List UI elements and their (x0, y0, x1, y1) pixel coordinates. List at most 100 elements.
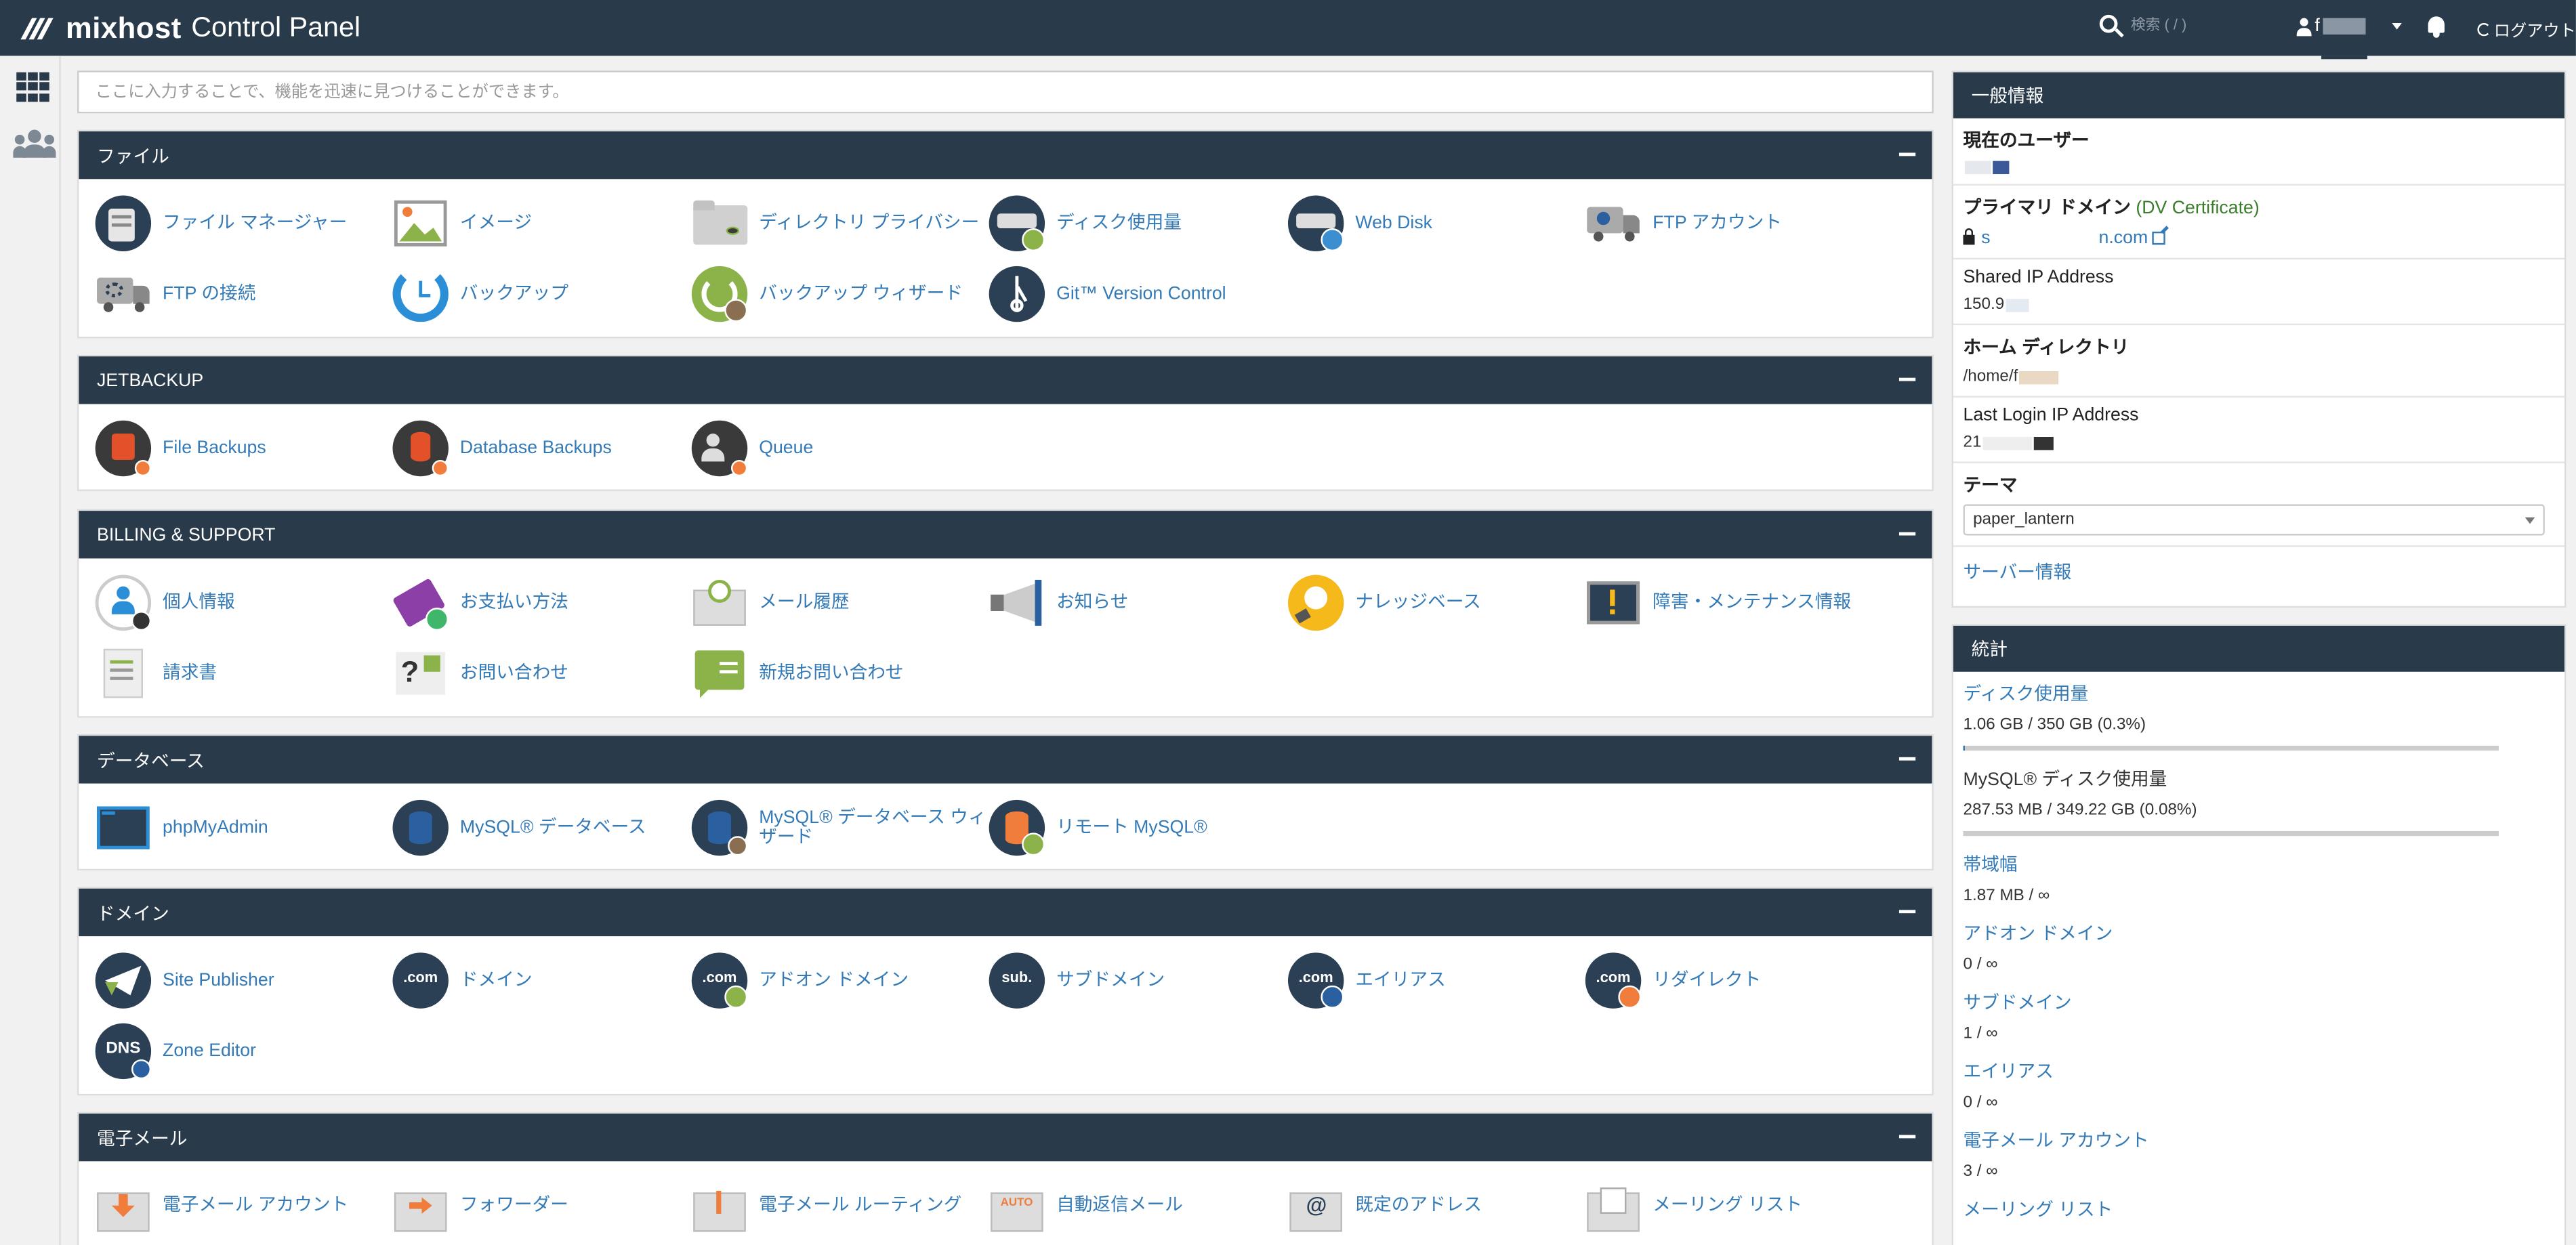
ftp-accounts-link[interactable]: FTP アカウント (1585, 194, 1881, 253)
primary-domain-prefix[interactable]: s (1981, 228, 1990, 248)
last-login-value: 21 (1963, 434, 1982, 452)
primary-domain-label: プライマリ ドメイン (1963, 198, 2131, 219)
git-version-control-link[interactable]: Git™ Version Control (989, 264, 1285, 323)
email-panel-header[interactable]: 電子メール (79, 1114, 1932, 1162)
top-search[interactable] (2099, 14, 2262, 33)
bell-icon[interactable] (2426, 15, 2446, 38)
users-icon[interactable] (13, 129, 56, 160)
grid-icon[interactable] (16, 72, 49, 102)
autoresponders-link[interactable]: AUTO 自動返信メール (989, 1176, 1285, 1235)
aliases-link[interactable]: .com エイリアス (1287, 951, 1583, 1010)
item-label: MySQL® データベース ウィザード (759, 808, 986, 848)
quick-find-input[interactable] (77, 70, 1934, 114)
database-backups-link[interactable]: Database Backups (392, 419, 688, 478)
theme-select[interactable]: paper_lantern (1963, 504, 2545, 536)
email-routing-icon (692, 1178, 747, 1233)
backup-link[interactable]: バックアップ (392, 264, 688, 323)
site-publisher-link[interactable]: Site Publisher (95, 951, 391, 1010)
item-label: ナレッジベース (1355, 593, 1481, 613)
domains-panel: ドメイン Site Publisher .com ドメイン .com アドオン … (77, 887, 1934, 1096)
stat-label[interactable]: 帯域幅 (1964, 851, 2555, 877)
question-icon: ? (393, 646, 449, 701)
email-panel: 電子メール 電子メール アカウント フォワーダー 電子メール ルーティング AU… (77, 1112, 1934, 1245)
collapse-icon[interactable] (1898, 152, 1916, 156)
dot-com-icon: .com (392, 952, 449, 1009)
item-label: 自動返信メール (1056, 1196, 1183, 1216)
item-label: リモート MySQL® (1056, 818, 1207, 838)
email-accounts-link[interactable]: 電子メール アカウント (96, 1176, 391, 1235)
email-history-link[interactable]: メール履歴 (692, 573, 987, 632)
payment-method-link[interactable]: お支払い方法 (392, 573, 688, 632)
collapse-icon[interactable] (1898, 910, 1916, 914)
certificate-label[interactable]: (DV Certificate) (2136, 198, 2259, 218)
mailing-list-icon (1585, 1178, 1641, 1233)
redirects-link[interactable]: .com リダイレクト (1585, 951, 1881, 1010)
personal-info-link[interactable]: 個人情報 (95, 573, 391, 632)
billing-support-panel: BILLING & SUPPORT 個人情報 お支払い方法 メール履歴 お知らせ… (77, 509, 1934, 718)
stat-label[interactable]: メーリング リスト (1964, 1196, 2555, 1222)
mailing-lists-link[interactable]: メーリング リスト (1585, 1176, 1881, 1235)
mysql-databases-link[interactable]: MySQL® データベース (392, 798, 688, 857)
invoices-link[interactable]: 請求書 (96, 644, 391, 703)
contact-link[interactable]: ? お問い合わせ (393, 644, 688, 703)
panel-title: BILLING & SUPPORT (97, 524, 276, 545)
top-search-input[interactable] (2130, 16, 2262, 33)
collapse-icon[interactable] (1898, 1135, 1916, 1139)
ftp-connections-link[interactable]: FTP の接続 (96, 264, 391, 323)
lock-icon (1963, 228, 1975, 245)
collapse-icon[interactable] (1898, 757, 1916, 761)
home-directory-row: ホーム ディレクトリ /home/f (1953, 325, 2564, 398)
stat-mailing-lists: メーリング リスト (1953, 1187, 2564, 1229)
item-label: 既定のアドレス (1355, 1196, 1482, 1216)
announcements-link[interactable]: お知らせ (989, 573, 1285, 632)
backup-wizard-link[interactable]: バックアップ ウィザード (691, 264, 987, 323)
primary-domain-link[interactable]: n.com (2099, 228, 2148, 248)
mysql-wizard-link[interactable]: MySQL® データベース ウィザード (691, 798, 987, 857)
maintenance-info-link[interactable]: 障害・メンテナンス情報 (1585, 573, 1881, 632)
brand-logo[interactable]: mixhost Control Panel (20, 11, 360, 45)
directory-privacy-link[interactable]: ディレクトリ プライバシー (692, 194, 987, 253)
jetbackup-panel-header[interactable]: JETBACKUP (79, 356, 1932, 404)
email-routing-link[interactable]: 電子メール ルーティング (692, 1176, 987, 1235)
theme-row: テーマ paper_lantern (1953, 463, 2564, 547)
user-menu[interactable]: f (2296, 16, 2403, 36)
file-backups-link[interactable]: File Backups (95, 419, 391, 478)
billing-panel-header[interactable]: BILLING & SUPPORT (79, 511, 1932, 559)
item-label: FTP の接続 (163, 284, 256, 304)
zone-editor-link[interactable]: DNS Zone Editor (95, 1021, 391, 1080)
database-icon (392, 799, 449, 856)
external-link-icon[interactable] (2153, 231, 2166, 245)
disk-usage-link[interactable]: ディスク使用量 (989, 194, 1285, 253)
knowledge-base-link[interactable]: ナレッジベース (1287, 573, 1583, 632)
item-label: 電子メール アカウント (163, 1196, 349, 1216)
server-info-link[interactable]: サーバー情報 (1964, 564, 2072, 583)
forwarders-link[interactable]: フォワーダー (393, 1176, 688, 1235)
addon-domains-link[interactable]: .com アドオン ドメイン (691, 951, 987, 1010)
remote-mysql-link[interactable]: リモート MySQL® (989, 798, 1285, 857)
item-label: phpMyAdmin (163, 818, 268, 838)
domains-panel-header[interactable]: ドメイン (79, 888, 1932, 937)
stat-label[interactable]: 電子メール アカウント (1964, 1126, 2555, 1153)
default-address-link[interactable]: @ 既定のアドレス (1288, 1176, 1583, 1235)
files-panel-header[interactable]: ファイル (79, 131, 1932, 180)
collapse-icon[interactable] (1898, 532, 1916, 536)
queue-link[interactable]: Queue (691, 419, 987, 478)
domains-link[interactable]: .com ドメイン (392, 951, 688, 1010)
server-info-row: サーバー情報 (1953, 547, 2564, 596)
stat-label[interactable]: ディスク使用量 (1964, 680, 2555, 706)
web-disk-link[interactable]: Web Disk (1287, 194, 1583, 253)
panel-title: JETBACKUP (97, 370, 204, 390)
stat-label[interactable]: アドオン ドメイン (1964, 920, 2555, 946)
phpmyadmin-link[interactable]: phpMyAdmin (96, 798, 391, 857)
database-panel-header[interactable]: データベース (79, 736, 1932, 784)
logout-link[interactable]: ログアウト (2477, 16, 2576, 41)
item-label: ディレクトリ プライバシー (759, 213, 980, 234)
collapse-icon[interactable] (1898, 377, 1916, 381)
stat-label[interactable]: サブドメイン (1964, 989, 2555, 1015)
new-ticket-link[interactable]: 新規お問い合わせ (692, 644, 987, 703)
subdomains-link[interactable]: sub. サブドメイン (989, 951, 1285, 1010)
item-label: File Backups (163, 438, 266, 459)
stat-label[interactable]: エイリアス (1964, 1058, 2555, 1084)
file-manager-link[interactable]: ファイル マネージャー (95, 194, 391, 253)
images-link[interactable]: イメージ (393, 194, 688, 253)
